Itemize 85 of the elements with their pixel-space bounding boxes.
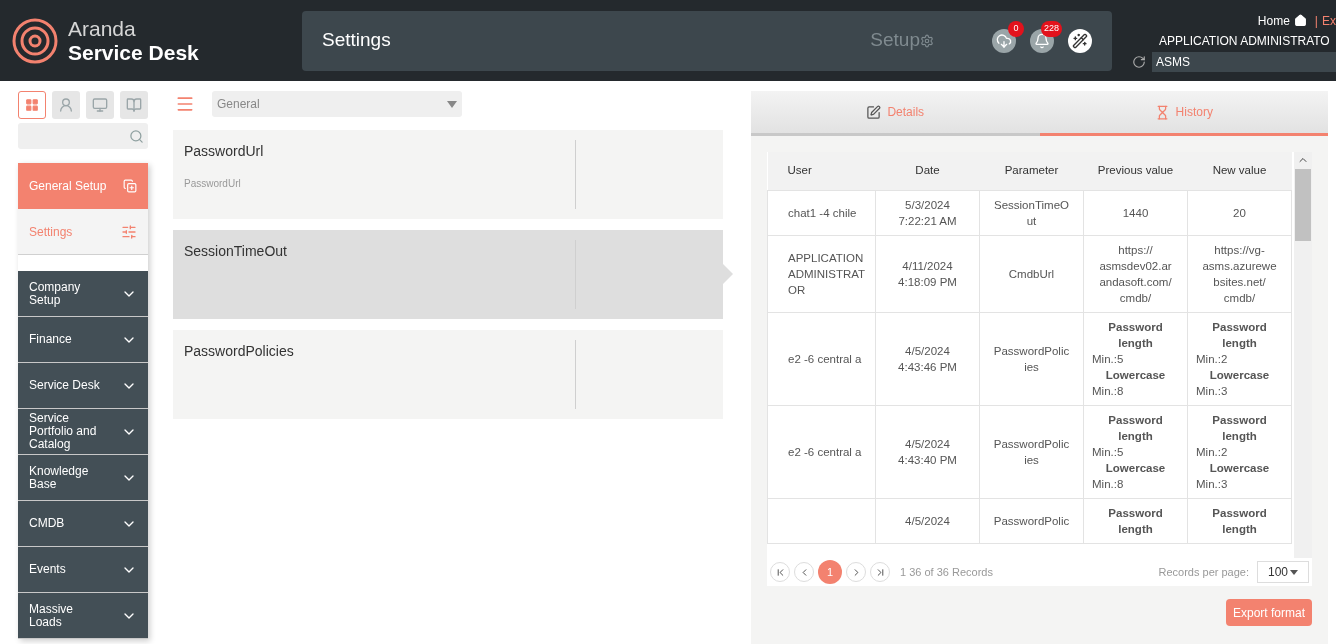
separator: | [1314,12,1318,30]
records-per-page-label: Records per page: [1158,564,1249,580]
table-cell: Password length [1187,498,1292,543]
table-cell: PasswordPolic ies [979,405,1084,498]
table-cell: Password length Min.:5 Lowercase Min.:8 [1083,405,1188,498]
count-badge: 0 [1008,20,1024,37]
book-icon [126,97,142,113]
view-button[interactable] [52,91,80,119]
count-badge: 228 [1040,20,1062,37]
table-cell: chat1 -4 chile [767,190,876,235]
grid-icon [25,98,39,112]
table-cell: PasswordPolic [979,498,1084,543]
table-cell: e2 -6 central a [767,312,876,405]
column-header: Previous value [1083,152,1188,190]
table-cell: 4/11/2024 4:18:09 PM [875,235,980,312]
menu-icon[interactable] [175,94,195,114]
page-title: Settings [322,28,391,53]
pointer-arrow-icon [723,264,733,284]
scrollbar-thumb[interactable] [1295,169,1311,241]
sidebar-group[interactable]: Knowledge Base [18,455,148,501]
table-cell: SessionTimeO ut [979,190,1084,235]
setting-card[interactable]: PasswordPolicies [173,330,723,419]
table-cell: https:// asmsdev02.ar andasoft.com/ cmdb/ [1083,235,1188,312]
header-icon-button[interactable] [1068,28,1092,53]
sidebar-group[interactable]: CMDB [18,501,148,547]
bell-icon [1034,32,1050,49]
section-label: Setup [870,28,920,53]
sidebar-group[interactable]: Company Setup [18,271,148,317]
person-icon [58,97,74,113]
settings-icon [920,33,934,48]
table-cell: https://vg- asms.azurewe bsites.net/ cmdb/ [1187,235,1292,312]
setting-card[interactable]: SessionTimeOut [173,230,723,319]
table-cell: CmdbUrl [979,235,1084,312]
table-cell: Password length Min.:5 Lowercase Min.:8 [1083,312,1188,405]
edit-icon [866,104,882,120]
table-cell: 4/5/2024 4:43:40 PM [875,405,980,498]
table-cell: APPLICATION ADMINISTRAT OR [767,235,876,312]
cloud-download-icon [996,32,1012,49]
table-cell: Password length Min.:2 Lowercase Min.:3 [1187,312,1292,405]
sidebar-group[interactable]: Events [18,547,148,593]
search-field[interactable] [18,123,148,149]
column-header: User [767,152,876,190]
table-cell: PasswordPolic ies [979,312,1084,405]
home-link[interactable]: Home [1257,11,1290,30]
home-icon [1293,14,1307,27]
setting-card[interactable]: PasswordUrl PasswordUrl [173,130,723,219]
logo-subtitle: Service Desk [68,40,199,65]
table-cell: e2 -6 central a [767,405,876,498]
header-icon-button[interactable] [992,28,1016,53]
search-icon [129,128,144,144]
setting-title: SessionTimeOut [184,242,288,261]
column-header: Date [875,152,980,190]
table-cell: 1440 [1083,190,1188,235]
records-info: 1 36 of 36 Records [900,564,993,580]
magic-wand-icon [1072,32,1088,49]
scrollbar[interactable] [1294,152,1312,558]
logo-title: Aranda [68,16,137,41]
refresh-icon[interactable] [1132,54,1146,69]
table-cell: Password length [1083,498,1188,543]
monitor-icon [92,97,108,113]
sliders-icon [121,223,137,240]
setting-subtitle: PasswordUrl [184,177,242,191]
setting-title: PasswordPolicies [184,342,295,361]
view-button[interactable] [18,91,46,119]
table-cell: 4/5/2024 [875,498,980,543]
view-button[interactable] [120,91,148,119]
sidebar-group[interactable]: Service Desk [18,363,148,409]
view-button[interactable] [86,91,114,119]
sidebar-group[interactable]: Service Portfolio and Catalog [18,409,148,455]
table-cell: 20 [1187,190,1292,235]
column-header: New value [1187,152,1292,190]
setting-title: PasswordUrl [184,142,265,161]
dropdown-caret-icon [447,100,457,108]
user-name: APPLICATION ADMINISTRATO [1158,32,1330,50]
copy-plus-icon [123,179,137,193]
column-header: Parameter [979,152,1084,190]
table-cell: Password length Min.:2 Lowercase Min.:3 [1187,405,1292,498]
sidebar-group[interactable]: Massive Loads [18,593,148,639]
instance-field[interactable]: ASMS [1152,51,1336,72]
table-cell: 4/5/2024 4:43:46 PM [875,312,980,405]
exit-link[interactable]: Ex [1322,11,1336,30]
sidebar-group[interactable]: Finance [18,317,148,363]
dropdown-caret-icon [1290,569,1298,575]
table-cell: 5/3/2024 7:22:21 AM [875,190,980,235]
records-per-page-dropdown[interactable]: 100 [1257,561,1309,583]
